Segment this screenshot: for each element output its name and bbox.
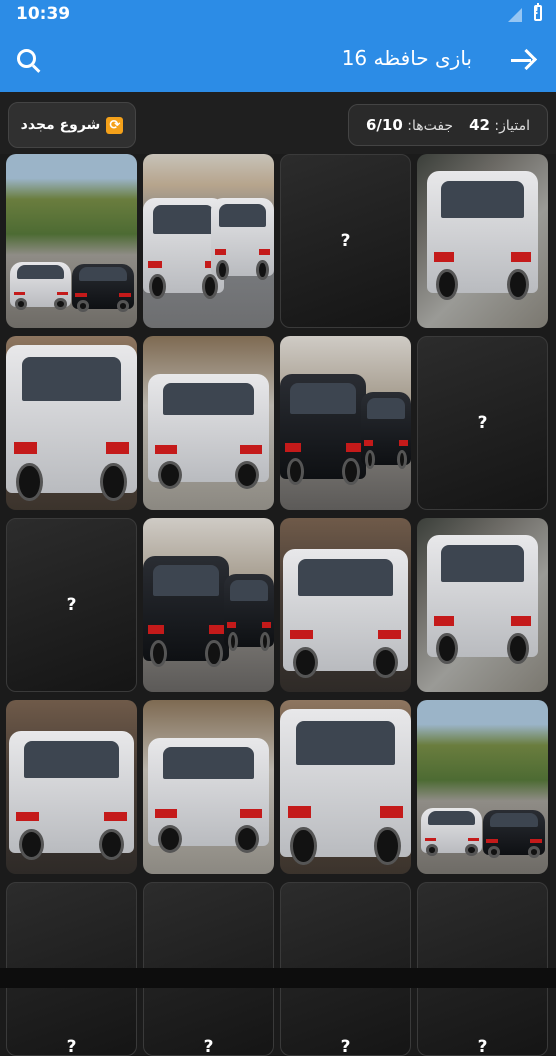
signal-icon [508,8,522,22]
car-photo [143,154,274,328]
car-shape [71,263,135,312]
pairs-value: 6/10 [365,116,403,134]
car-shape [280,708,411,866]
score-display: امتیاز: 42 [469,116,530,134]
car-photo [6,336,137,510]
car-shape [148,738,269,853]
memory-card[interactable]: ? [280,154,411,328]
memory-card[interactable] [143,154,274,328]
card-question-mark: ? [477,413,488,433]
memory-card[interactable] [417,518,548,692]
memory-card[interactable] [280,700,411,874]
car-photo [280,700,411,874]
car-shape [8,731,135,861]
car-shape [280,374,367,485]
card-question-mark: ? [66,595,77,615]
car-shape [361,391,411,470]
car-shape [211,197,274,281]
memory-card[interactable] [6,336,137,510]
memory-card[interactable] [143,518,274,692]
card-question-mark: ? [477,1037,488,1056]
car-photo [6,154,137,328]
memory-card[interactable] [280,336,411,510]
search-button[interactable] [8,41,48,81]
memory-card[interactable] [417,700,548,874]
card-question-mark: ? [340,231,351,251]
game-toolbar: ⟳ شروع مجدد امتیاز: 42 جفت‌ها: 6/10 [0,92,556,154]
car-shape [482,809,546,858]
pairs-display: جفت‌ها: 6/10 [366,116,453,134]
car-shape [427,535,538,665]
bottom-edge [0,968,556,988]
card-grid: ??????? [6,154,552,1056]
score-value: 42 [469,116,490,134]
arrow-right-icon-head [515,48,538,71]
car-photo [417,154,548,328]
car-photo [417,518,548,692]
refresh-icon: ⟳ [106,116,124,134]
car-shape [420,807,483,856]
car-shape [9,261,72,310]
memory-card[interactable] [143,336,274,510]
car-photo [417,700,548,874]
memory-card[interactable] [417,154,548,328]
car-photo [143,700,274,874]
memory-card[interactable] [6,154,137,328]
pairs-label: جفت‌ها: [407,118,454,134]
app-bar: بازی حافظه 16 [0,30,556,92]
memory-card[interactable] [143,700,274,874]
car-shape [6,344,137,502]
page-title: بازی حافظه 16 [341,46,472,70]
memory-card[interactable]: ? [417,336,548,510]
car-photo [6,700,137,874]
memory-card[interactable] [280,518,411,692]
status-bar: 10:39 [0,0,556,30]
memory-card[interactable] [6,700,137,874]
car-photo [143,336,274,510]
search-icon-handle [31,64,41,73]
car-shape [282,549,409,679]
car-shape [427,171,538,301]
car-photo [280,336,411,510]
battery-alert-icon [534,3,542,21]
memory-card[interactable]: ? [6,518,137,692]
car-shape [148,374,269,489]
car-photo [143,518,274,692]
restart-label: شروع مجدد [20,117,101,133]
car-shape [224,573,274,652]
card-question-mark: ? [340,1037,351,1056]
score-panel: امتیاز: 42 جفت‌ها: 6/10 [348,104,548,146]
back-button[interactable] [502,41,542,81]
car-photo [280,518,411,692]
car-shape [143,556,230,667]
restart-button[interactable]: ⟳ شروع مجدد [8,102,136,148]
score-label: امتیاز: [494,118,531,134]
card-question-mark: ? [203,1037,214,1056]
card-question-mark: ? [66,1037,77,1056]
status-time: 10:39 [16,4,71,24]
